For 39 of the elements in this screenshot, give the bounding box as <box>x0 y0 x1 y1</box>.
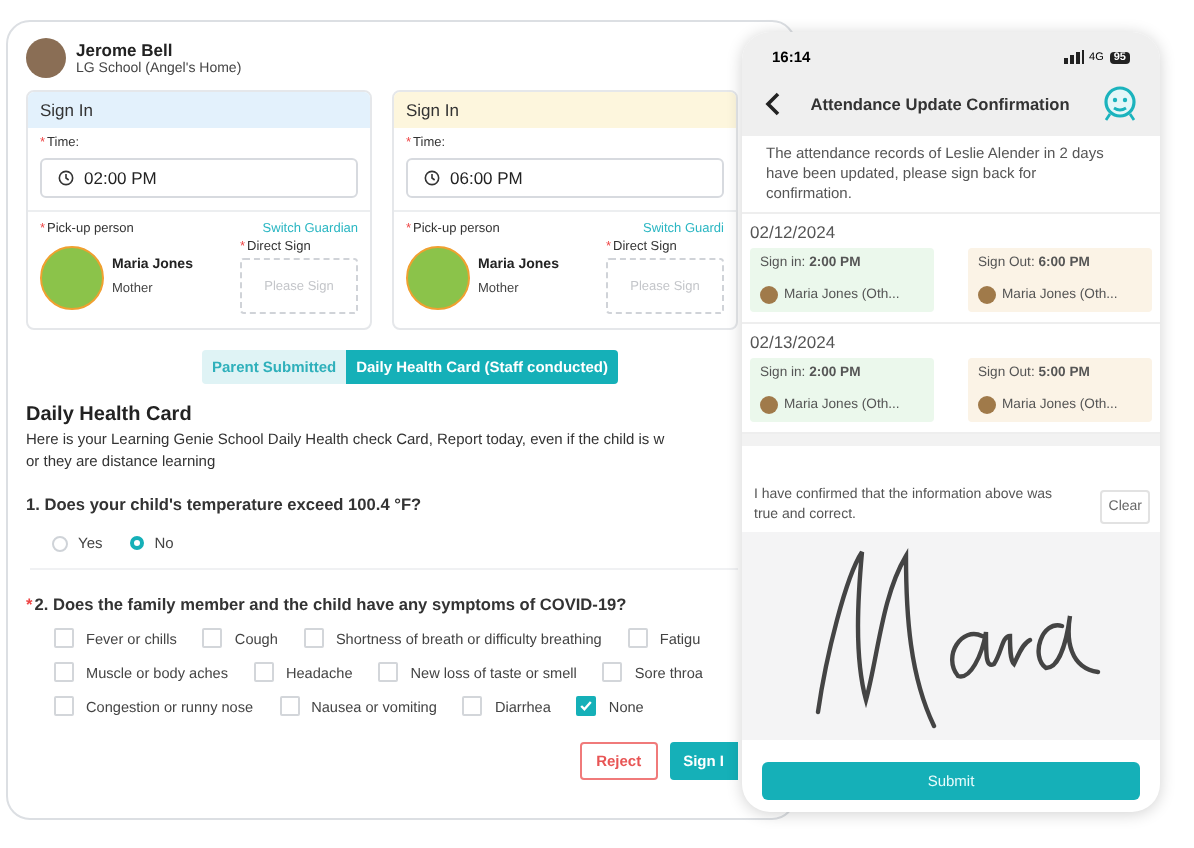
sign-card-header: Sign In <box>394 92 736 128</box>
avatar-placeholder <box>760 286 778 305</box>
checkbox[interactable] <box>627 628 648 648</box>
robot-icon[interactable] <box>1100 84 1140 124</box>
avatar-placeholder <box>760 396 778 415</box>
radio-button[interactable] <box>130 536 145 550</box>
signal-icon <box>1063 50 1084 64</box>
avatar-placeholder <box>978 396 996 415</box>
screen-title: Attendance Update Confirmation <box>808 94 1072 114</box>
date-label: 02/13/2024 <box>750 332 838 353</box>
checkbox[interactable] <box>202 628 223 648</box>
time-field[interactable]: 02:00 PM <box>40 158 358 198</box>
date-label: 02/12/2024 <box>750 222 838 243</box>
checkbox[interactable] <box>303 628 324 648</box>
checkbox[interactable] <box>279 696 300 716</box>
checkbox[interactable] <box>602 662 623 682</box>
avatar-placeholder <box>26 38 66 78</box>
avatar-placeholder <box>978 286 996 305</box>
checkbox[interactable] <box>576 696 597 716</box>
checkbox[interactable] <box>54 696 74 716</box>
checkbox[interactable] <box>54 662 74 682</box>
clock-icon <box>58 170 74 186</box>
question-text: 2. Does the family member and the child have any symptoms of COVID-19? <box>34 594 627 614</box>
checkbox[interactable] <box>378 662 399 682</box>
checkbox[interactable] <box>54 628 74 648</box>
sign-card-header: Sign In <box>28 92 370 128</box>
radio-button[interactable] <box>52 535 68 551</box>
avatar-placeholder <box>406 245 470 309</box>
section-title: Daily Health Card <box>26 404 194 426</box>
student-name: Jerome Bell <box>76 40 175 60</box>
checkbox[interactable] <box>253 662 274 682</box>
avatar-placeholder <box>40 245 104 309</box>
question-text: 1. Does your child's temperature exceed 100.4 °F? <box>26 494 422 514</box>
back-icon[interactable] <box>764 92 780 116</box>
clock-icon <box>424 170 440 186</box>
time-field[interactable]: 06:00 PM <box>406 158 724 198</box>
required-mark: * <box>26 594 33 614</box>
signature-pad[interactable] <box>742 531 1160 740</box>
checkbox[interactable] <box>462 696 483 716</box>
